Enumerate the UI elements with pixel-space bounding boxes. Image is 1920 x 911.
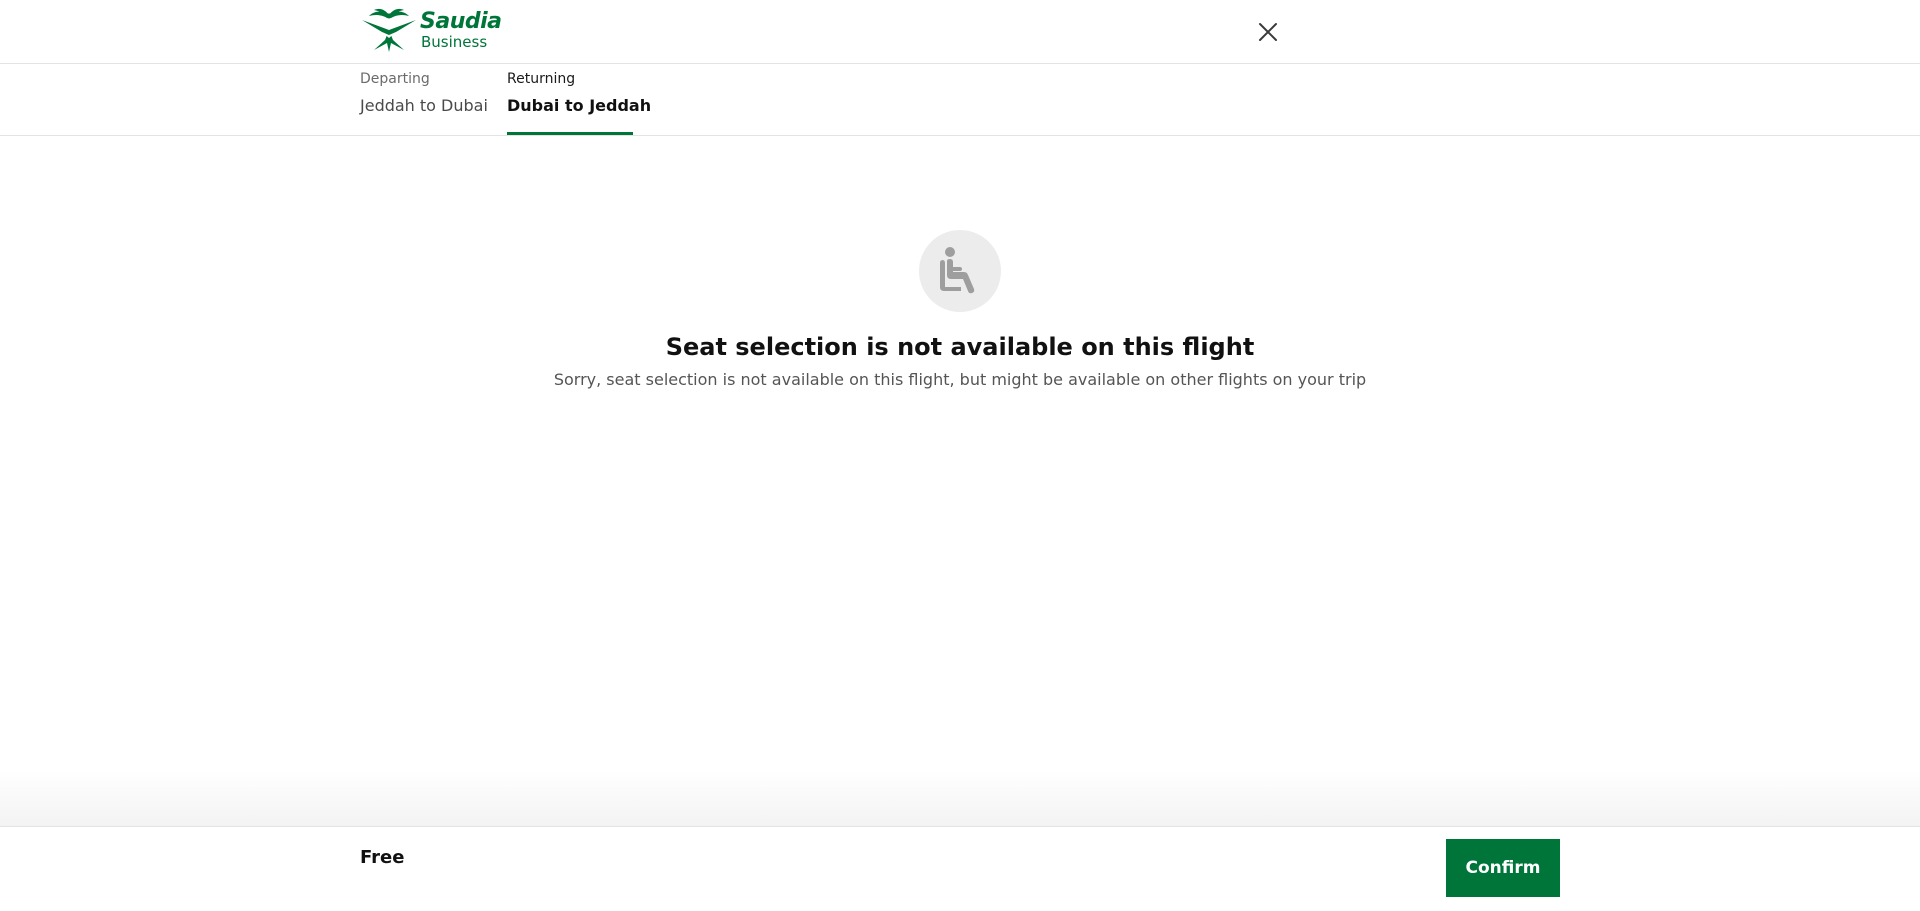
saudia-business-logo[interactable]: Saudia Business — [360, 8, 502, 52]
top-header: Saudia Business — [0, 0, 1920, 64]
footer-shadow — [0, 770, 1920, 826]
confirm-button[interactable]: Confirm — [1446, 839, 1560, 897]
close-icon — [1259, 23, 1277, 41]
tab-departing-label: Departing — [360, 71, 430, 87]
seat-unavailable-message: Seat selection is not available on this … — [0, 230, 1920, 389]
bottom-bar: Free Confirm — [0, 826, 1920, 911]
seat-icon — [940, 247, 975, 294]
empty-state-title: Seat selection is not available on this … — [665, 333, 1255, 361]
tab-departing-route: Jeddah to Dubai — [360, 96, 488, 115]
tab-returning-route: Dubai to Jeddah — [507, 96, 652, 115]
seat-price: Free — [360, 847, 405, 868]
logo-brand-text: Saudia — [420, 8, 502, 34]
tab-returning-label: Returning — [507, 71, 576, 87]
empty-state-description: Sorry, seat selection is not available o… — [553, 370, 1367, 389]
close-button[interactable] — [1254, 18, 1282, 46]
tab-departing[interactable]: Departing Jeddah to Dubai — [360, 64, 490, 135]
logo-sub-text: Business — [421, 32, 488, 51]
seat-selection-page: Saudia Business Departing Jeddah to Duba… — [0, 0, 1920, 911]
flight-tabs: Departing Jeddah to Dubai Returning Duba… — [0, 64, 1920, 136]
palm-emblem-icon — [362, 8, 416, 52]
tab-returning[interactable]: Returning Dubai to Jeddah — [507, 64, 651, 135]
seat-icon-badge — [919, 230, 1001, 312]
